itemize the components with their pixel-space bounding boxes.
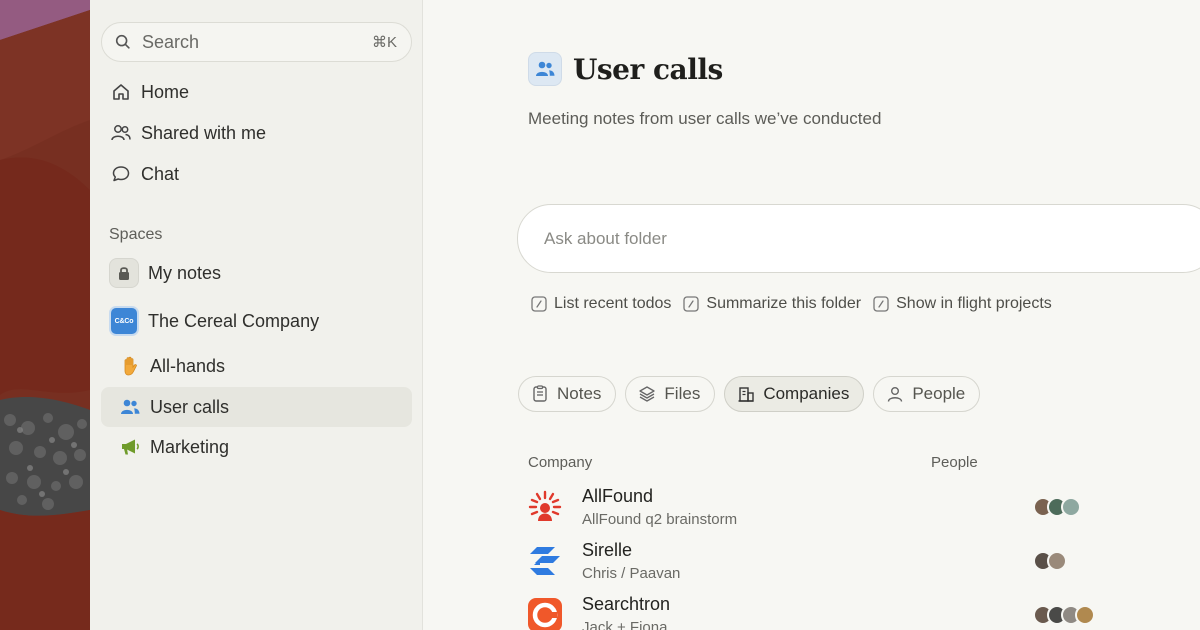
lock-icon [109,258,139,288]
folder-user-calls[interactable]: User calls [101,387,412,427]
page-description: Meeting notes from user calls we’ve cond… [528,109,882,128]
company-cell: Sirelle Chris / Paavan [582,540,680,582]
tab-companies-label: Companies [763,384,850,403]
people-icon [528,52,562,86]
suggestion-label: Show in flight projects [896,295,1052,312]
nav-shared-with-me[interactable]: Shared with me [101,113,412,153]
suggestion-chips: List recent todos Summarize this folder … [531,295,1052,313]
raised-hand-icon [119,355,141,377]
nav-home[interactable]: Home [101,72,412,112]
edit-prompt-icon [873,296,889,312]
company-cell: Searchtron Jack + Fiona [582,594,670,630]
megaphone-icon [119,436,141,458]
company-note: Jack + Fiona [582,619,668,630]
company-note: AllFound q2 brainstorm [582,511,738,528]
suggestion-list-recent-todos[interactable]: List recent todos [531,295,671,313]
avatar [1075,605,1095,625]
company-name: Sirelle [582,540,633,560]
search-shortcut: ⌘K [371,34,397,51]
notes-icon [533,385,547,402]
table-row[interactable]: Searchtron Jack + Fiona [528,594,1128,630]
people-icon [110,122,132,144]
folder-all-hands[interactable]: All-hands [101,346,412,386]
table-row[interactable]: Sirelle Chris / Paavan [528,540,1128,582]
search-input[interactable]: Search ⌘K [101,22,412,62]
suggestion-summarize-folder[interactable]: Summarize this folder [683,295,861,313]
tab-notes[interactable]: Notes [518,376,617,412]
tab-people[interactable]: People [873,376,981,412]
company-note: Chris / Paavan [582,565,681,582]
building-icon [738,387,755,402]
space-my-notes-label: My notes [148,262,222,283]
avatar [1061,497,1081,517]
people-avatars[interactable] [1033,497,1081,517]
page-title: User calls [573,52,723,86]
avatar [1047,551,1067,571]
suggestion-in-flight-projects[interactable]: Show in flight projects [873,295,1052,313]
sirelle-logo-icon [530,547,560,575]
search-icon [115,34,130,49]
page-header: User calls [528,52,723,86]
space-my-notes[interactable]: My notes [101,253,412,293]
sidebar: Search ⌘K Home Shared with me Chat Space… [90,0,423,630]
edit-prompt-icon [531,296,547,312]
edit-prompt-icon [683,296,700,312]
company-cell: AllFound AllFound q2 brainstorm [582,486,737,528]
tab-notes-label: Notes [557,384,602,403]
suggestion-label: Summarize this folder [706,295,862,312]
people-avatars[interactable] [1033,605,1095,625]
nav-home-label: Home [141,81,190,102]
nav-chat-label: Chat [141,163,180,184]
spaces-heading: Spaces [109,226,163,243]
column-header-company: Company [528,454,593,471]
space-cereal-company[interactable]: C&Co The Cereal Company [101,301,412,341]
view-tabs: Notes Files Companies People [518,376,981,412]
ask-folder-input[interactable]: Ask about folder [517,204,1200,273]
search-placeholder: Search [142,31,200,52]
column-header-people: People [931,454,978,471]
layers-icon [639,386,656,402]
tab-files[interactable]: Files [625,376,716,412]
folder-marketing-label: Marketing [150,436,230,457]
folder-user-calls-label: User calls [150,396,230,417]
table-row[interactable]: AllFound AllFound q2 brainstorm [528,486,1128,528]
company-name: Searchtron [582,594,671,614]
ask-folder-placeholder: Ask about folder [544,228,667,248]
chat-bubble-icon [110,163,132,185]
company-logo-icon: C&Co [109,306,139,336]
home-icon [110,81,132,103]
tab-files-label: Files [664,384,701,403]
nav-chat[interactable]: Chat [101,154,412,194]
people-avatars[interactable] [1033,551,1067,571]
tab-companies[interactable]: Companies [724,376,865,412]
company-name: AllFound [582,486,654,506]
searchtron-logo-icon [528,598,562,630]
allfound-logo-icon [528,490,562,521]
people-icon [119,396,141,418]
nav-shared-label: Shared with me [141,122,267,143]
person-icon [888,387,903,402]
decorative-artwork [0,0,90,630]
space-cereal-company-label: The Cereal Company [148,310,320,331]
folder-all-hands-label: All-hands [150,355,226,376]
tab-people-label: People [912,384,966,403]
suggestion-label: List recent todos [554,295,672,312]
main-content: User calls Meeting notes from user calls… [423,0,1200,630]
folder-marketing[interactable]: Marketing [101,427,412,467]
